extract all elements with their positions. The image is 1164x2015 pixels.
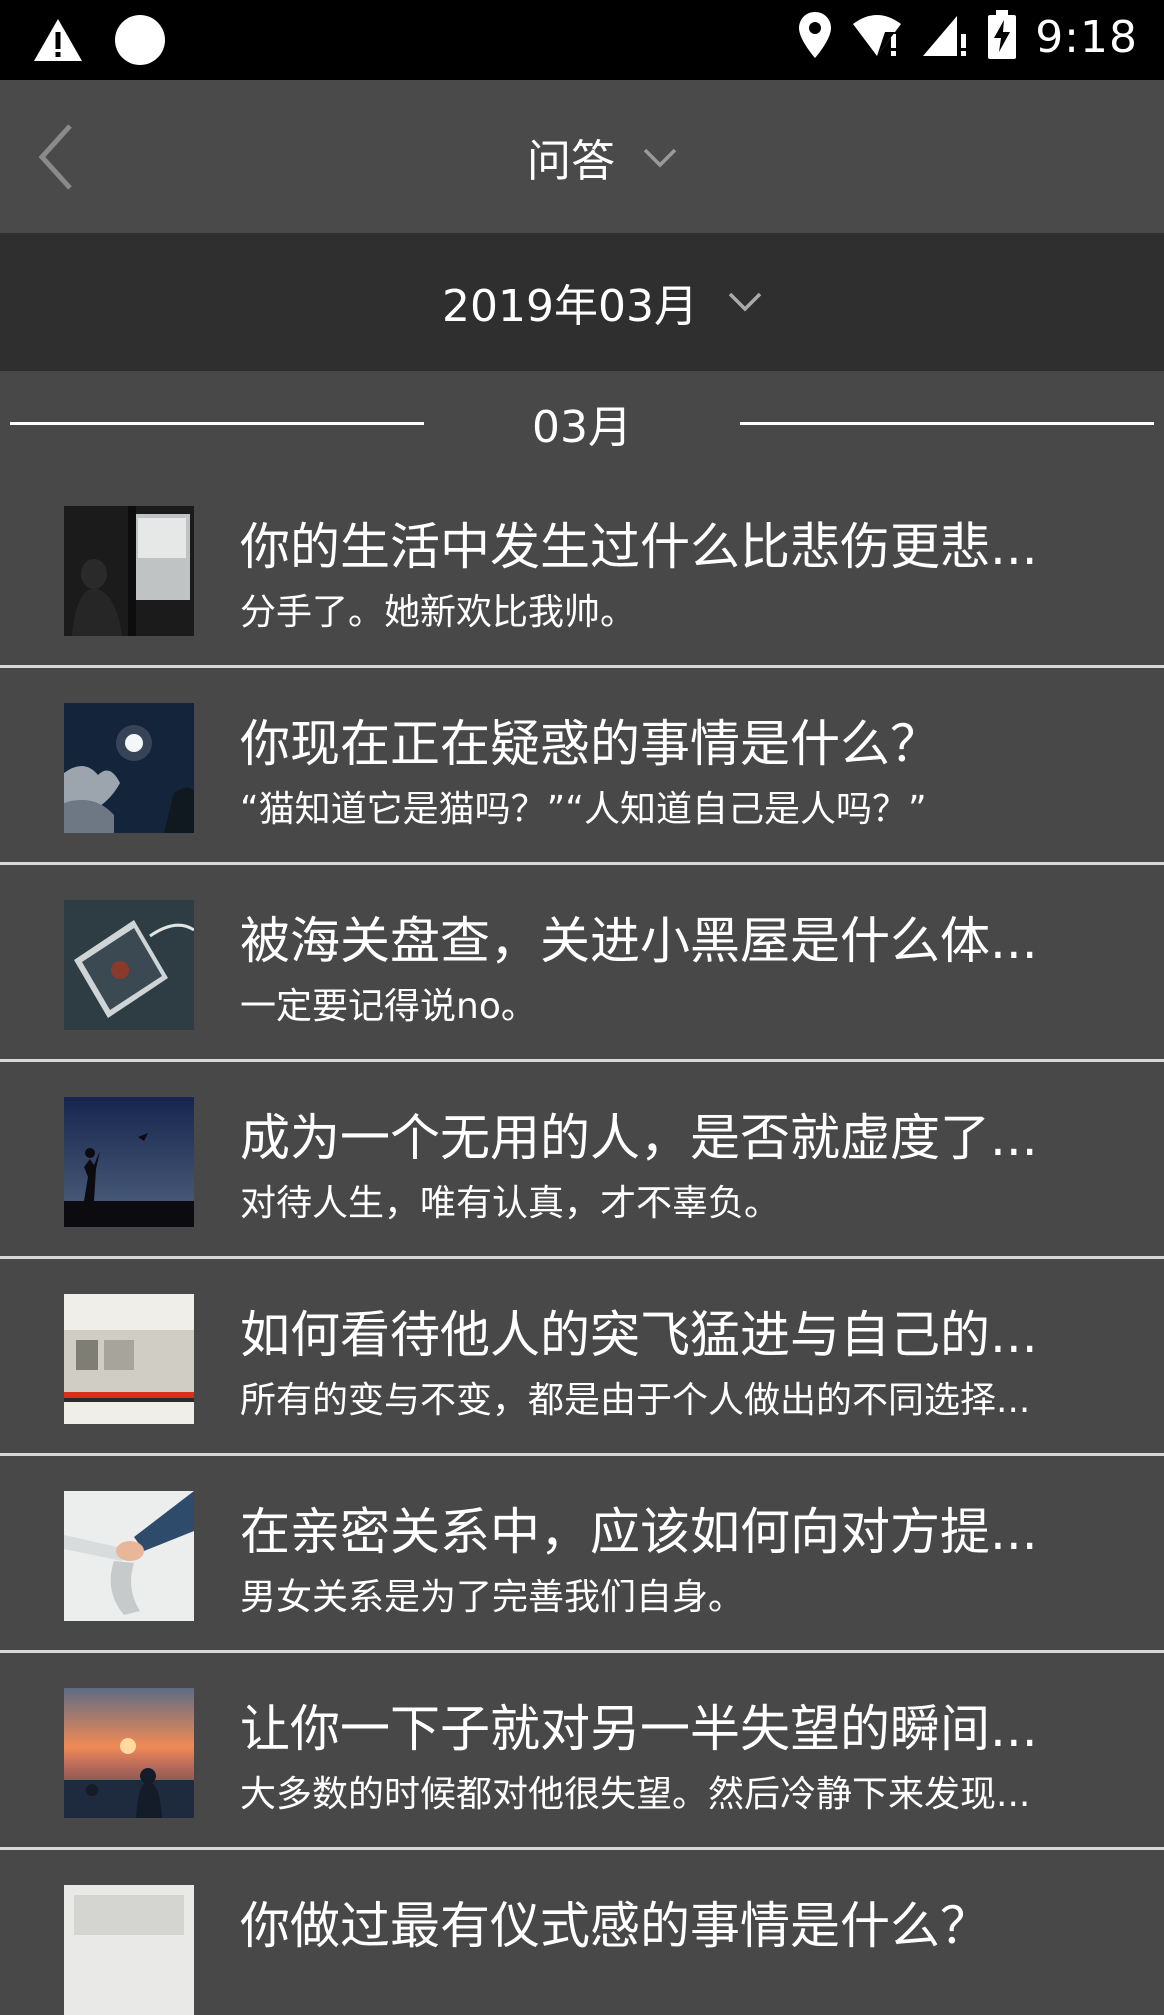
divider: [740, 422, 1154, 425]
clock-time: 9:18: [1035, 11, 1138, 63]
question-list: 你的生活中发生过什么比悲伤更悲... 分手了。她新欢比我帅。 你现在正在疑惑的事…: [0, 471, 1164, 2015]
app-bar: 问答: [0, 80, 1164, 233]
item-subtitle: 所有的变与不变，都是由于个人做出的不同选择...: [240, 1380, 1031, 1421]
list-item[interactable]: 你现在正在疑惑的事情是什么？ “猫知道它是猫吗？”“人知道自己是人吗？”: [0, 668, 1164, 865]
list-item[interactable]: 成为一个无用的人，是否就虚度了... 对待人生，唯有认真，才不辜负。: [0, 1062, 1164, 1259]
thumbnail-image: [64, 900, 194, 1030]
list-item[interactable]: 你做过最有仪式感的事情是什么？: [0, 1850, 1164, 2015]
item-subtitle: 分手了。她新欢比我帅。: [240, 592, 637, 633]
circle-icon: [114, 14, 166, 70]
status-bar: 9:18: [0, 0, 1164, 80]
thumbnail-image: [64, 1491, 194, 1621]
item-title: 你现在正在疑惑的事情是什么？: [240, 715, 940, 773]
item-subtitle: “猫知道它是猫吗？”“人知道自己是人吗？”: [240, 789, 927, 830]
chevron-down-icon: [643, 148, 677, 172]
month-label: 2019年03月: [442, 281, 698, 332]
title-dropdown[interactable]: 问答: [0, 80, 1164, 233]
list-item[interactable]: 你的生活中发生过什么比悲伤更悲... 分手了。她新欢比我帅。: [0, 471, 1164, 668]
item-subtitle: 一定要记得说no。: [240, 986, 537, 1027]
list-item[interactable]: 被海关盘查，关进小黑屋是什么体... 一定要记得说no。: [0, 865, 1164, 1062]
page-title: 问答: [527, 135, 615, 187]
item-title: 让你一下子就对另一半失望的瞬间...: [240, 1700, 1038, 1758]
battery-charging-icon: [987, 10, 1017, 64]
list-item[interactable]: 如何看待他人的突飞猛进与自己的... 所有的变与不变，都是由于个人做出的不同选择…: [0, 1259, 1164, 1456]
thumbnail-image: [64, 1294, 194, 1424]
item-subtitle: 男女关系是为了完善我们自身。: [240, 1577, 745, 1618]
item-subtitle: 对待人生，唯有认真，才不辜负。: [240, 1183, 781, 1224]
wifi-alert-icon: [851, 12, 903, 62]
list-item[interactable]: 在亲密关系中，应该如何向对方提... 男女关系是为了完善我们自身。: [0, 1456, 1164, 1653]
section-header: 03月: [0, 371, 1164, 471]
thumbnail-image: [64, 506, 194, 636]
location-icon: [797, 10, 833, 64]
item-title: 被海关盘查，关进小黑屋是什么体...: [240, 912, 1038, 970]
thumbnail-image: [64, 703, 194, 833]
month-selector[interactable]: 2019年03月: [0, 233, 1164, 371]
signal-alert-icon: [921, 12, 969, 62]
item-subtitle: 大多数的时候都对他很失望。然后冷静下来发现...: [240, 1774, 1031, 1815]
list-item[interactable]: 让你一下子就对另一半失望的瞬间... 大多数的时候都对他很失望。然后冷静下来发现…: [0, 1653, 1164, 1850]
item-title: 你做过最有仪式感的事情是什么？: [240, 1897, 990, 1955]
item-title: 如何看待他人的突飞猛进与自己的...: [240, 1306, 1038, 1364]
thumbnail-image: [64, 1885, 194, 2015]
warning-icon: [32, 17, 84, 67]
item-title: 成为一个无用的人，是否就虚度了...: [240, 1109, 1038, 1167]
item-title: 在亲密关系中，应该如何向对方提...: [240, 1503, 1038, 1561]
chevron-down-icon: [728, 292, 762, 316]
item-title: 你的生活中发生过什么比悲伤更悲...: [240, 518, 1038, 576]
thumbnail-image: [64, 1097, 194, 1227]
thumbnail-image: [64, 1688, 194, 1818]
